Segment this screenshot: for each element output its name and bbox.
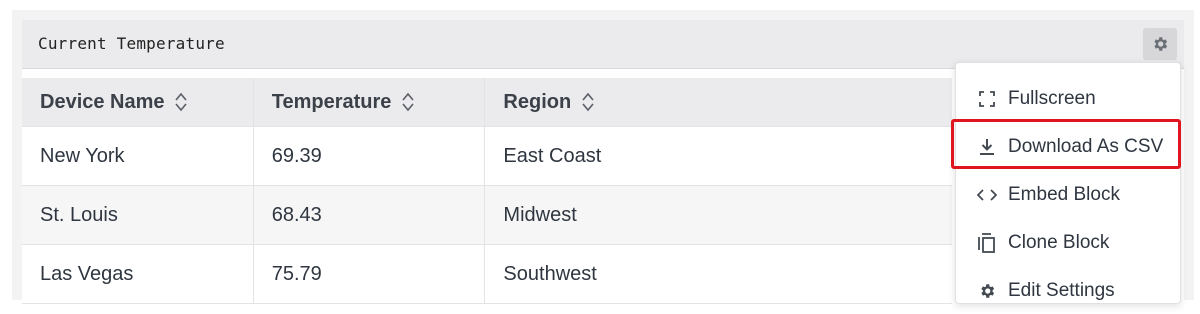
menu-item-download-csv[interactable]: Download As CSV xyxy=(956,124,1180,170)
block-options-menu: Fullscreen Download As CSV Embed Block C… xyxy=(955,62,1181,304)
column-header-temperature[interactable]: Temperature xyxy=(253,78,486,127)
gear-icon xyxy=(976,280,998,302)
cell-region: Midwest xyxy=(484,185,952,245)
sort-icon xyxy=(175,92,187,112)
code-icon xyxy=(976,184,998,206)
cell-temperature: 68.43 xyxy=(253,185,486,245)
table-header-row: Device Name Temperature Region xyxy=(22,78,952,127)
menu-item-label: Download As CSV xyxy=(1008,136,1164,157)
block-title: Current Temperature xyxy=(38,34,225,53)
cell-temperature: 75.79 xyxy=(253,244,486,304)
sort-icon xyxy=(402,92,414,112)
block-settings-button[interactable] xyxy=(1143,28,1177,60)
menu-item-label: Clone Block xyxy=(1008,232,1110,253)
cell-device-name: New York xyxy=(22,126,254,186)
menu-item-label: Fullscreen xyxy=(1008,88,1096,109)
gear-icon xyxy=(1154,37,1168,51)
menu-item-edit-settings[interactable]: Edit Settings xyxy=(956,268,1180,314)
menu-item-clone-block[interactable]: Clone Block xyxy=(956,220,1180,266)
menu-item-label: Embed Block xyxy=(1008,184,1120,205)
menu-item-embed-block[interactable]: Embed Block xyxy=(956,172,1180,218)
column-header-device-name[interactable]: Device Name xyxy=(22,78,254,127)
cell-region: Southwest xyxy=(484,244,952,304)
sort-icon xyxy=(582,92,594,112)
menu-item-fullscreen[interactable]: Fullscreen xyxy=(956,76,1180,122)
table-row: St. Louis 68.43 Midwest xyxy=(22,185,952,245)
cell-device-name: St. Louis xyxy=(22,185,254,245)
fullscreen-icon xyxy=(976,88,998,110)
column-header-region[interactable]: Region xyxy=(484,78,952,127)
table-row: New York 69.39 East Coast xyxy=(22,126,952,186)
cell-temperature: 69.39 xyxy=(253,126,486,186)
data-table: Device Name Temperature Region New York … xyxy=(22,78,952,304)
download-icon xyxy=(976,136,998,158)
cell-region: East Coast xyxy=(484,126,952,186)
menu-item-label: Edit Settings xyxy=(1008,280,1115,301)
cell-device-name: Las Vegas xyxy=(22,244,254,304)
table-row: Las Vegas 75.79 Southwest xyxy=(22,244,952,304)
copy-icon xyxy=(976,232,998,254)
